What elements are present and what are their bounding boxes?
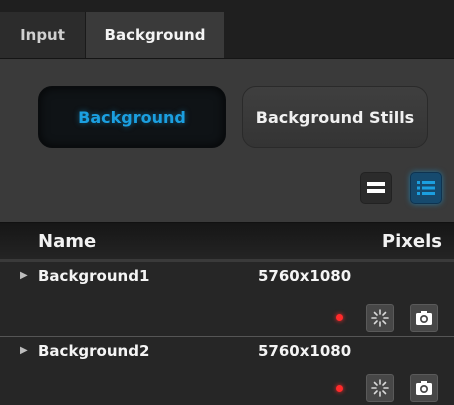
- name-column-header[interactable]: Name: [38, 231, 96, 252]
- table-row[interactable]: ▶ Background1 5760x1080: [0, 262, 454, 337]
- snapshot-button[interactable]: [410, 304, 438, 332]
- background-name: Background1: [38, 267, 150, 285]
- sparkle-icon: [371, 379, 389, 397]
- background-stills-button[interactable]: Background Stills: [242, 86, 428, 148]
- camera-icon: [416, 311, 432, 325]
- red-status-dot: [336, 385, 343, 392]
- list-view-icon: [417, 181, 435, 195]
- triangle-right-icon[interactable]: ▶: [20, 270, 28, 281]
- triangle-right-icon[interactable]: ▶: [20, 345, 28, 356]
- list-view-button[interactable]: [410, 172, 442, 204]
- tab-background[interactable]: Background: [86, 12, 224, 58]
- background-name: Background2: [38, 342, 150, 360]
- tab-input[interactable]: Input: [0, 12, 86, 58]
- rows-view-button[interactable]: [360, 172, 392, 204]
- sparkle-icon: [371, 309, 389, 327]
- table-header: Name Pixels: [0, 222, 454, 259]
- snapshot-button[interactable]: [410, 374, 438, 402]
- effects-button[interactable]: [366, 304, 394, 332]
- background-pixels: 5760x1080: [258, 267, 352, 285]
- red-status-dot: [336, 314, 343, 321]
- rows-view-icon: [367, 182, 385, 193]
- table-row[interactable]: ▶ Background2 5760x1080: [0, 337, 454, 405]
- camera-icon: [416, 381, 432, 395]
- background-panel: Input Background Background Background S…: [0, 0, 454, 405]
- background-pixels: 5760x1080: [258, 342, 352, 360]
- effects-button[interactable]: [366, 374, 394, 402]
- tab-bar: Input Background: [0, 0, 454, 59]
- background-mode-button[interactable]: Background: [38, 86, 226, 148]
- pixels-column-header[interactable]: Pixels: [382, 231, 442, 252]
